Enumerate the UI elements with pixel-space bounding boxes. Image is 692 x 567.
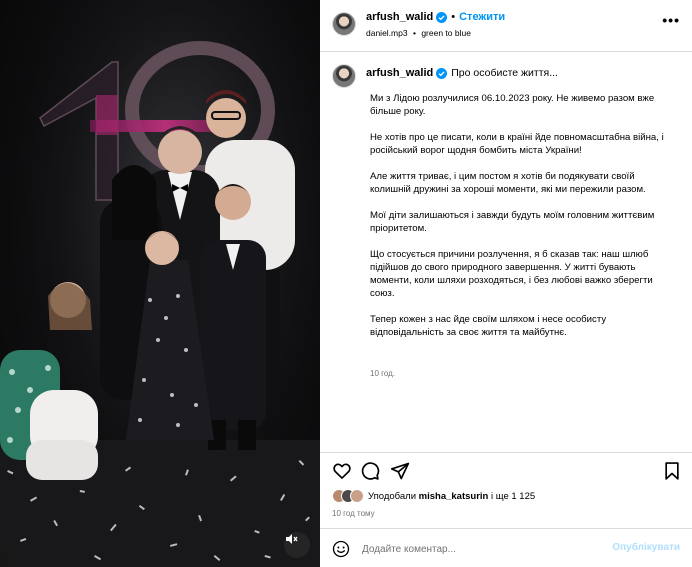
post-side-panel: arfush_walid • Стежити daniel.mp3 • gree… xyxy=(320,0,692,567)
heart-icon[interactable] xyxy=(332,461,352,481)
verified-badge-icon xyxy=(436,67,448,79)
likes-suffix[interactable]: і ще 1 125 xyxy=(491,491,535,502)
author-row: arfush_walid • Стежити xyxy=(366,11,505,23)
comment-bar: Опублікувати xyxy=(320,528,692,567)
likes-prefix: Уподобали xyxy=(368,490,417,502)
separator-dot: • xyxy=(451,11,456,23)
author-avatar[interactable] xyxy=(332,12,356,36)
comment-input[interactable] xyxy=(360,537,604,561)
likes-summary[interactable]: Уподобали misha_katsurin і ще 1 125 xyxy=(332,489,535,503)
caption-paragraph: Що стосується причини розлучення, я б ск… xyxy=(370,249,653,299)
emoji-icon[interactable] xyxy=(332,540,350,558)
caption-author-avatar[interactable] xyxy=(332,64,356,88)
caption-header: arfush_walid Про особисте життя... xyxy=(366,67,558,79)
bookmark-icon[interactable] xyxy=(662,461,682,481)
speaker-muted-icon[interactable] xyxy=(284,532,310,558)
more-options-icon[interactable]: ••• xyxy=(662,13,680,27)
audio-artist[interactable]: green to blue xyxy=(421,28,471,38)
caption-paragraph: Мої діти залишаються і завжди будуть мої… xyxy=(370,210,655,234)
verified-badge-icon xyxy=(436,11,448,23)
caption-paragraph: Ми з Лідою розлучилися 06.10.2023 року. … xyxy=(370,93,655,117)
comment-icon[interactable] xyxy=(360,461,380,481)
caption-timestamp[interactable]: 10 год. xyxy=(370,369,395,378)
post-timestamp[interactable]: 10 год тому xyxy=(332,509,375,518)
post-photo[interactable] xyxy=(0,0,320,567)
post-actions xyxy=(320,452,692,486)
likes-text: Уподобали misha_katsurin і ще 1 125 xyxy=(368,491,535,502)
caption-paragraph: Не хотів про це писати, коли в країні йд… xyxy=(370,132,664,156)
publish-button[interactable]: Опублікувати xyxy=(612,542,680,553)
follow-button[interactable]: Стежити xyxy=(459,11,505,23)
audio-separator: • xyxy=(412,28,416,38)
caption-section: arfush_walid Про особисте життя... Ми з … xyxy=(320,52,692,452)
audio-info[interactable]: daniel.mp3 • green to blue xyxy=(366,28,471,38)
likes-user[interactable]: misha_katsurin xyxy=(419,491,489,502)
caption-author-username[interactable]: arfush_walid xyxy=(366,67,433,79)
caption-body: Ми з Лідою розлучилися 06.10.2023 року. … xyxy=(370,92,670,352)
caption-paragraph: Але життя триває, і цим постом я хотів б… xyxy=(370,171,646,195)
post-header: arfush_walid • Стежити daniel.mp3 • gree… xyxy=(320,0,692,52)
liker-avatar xyxy=(350,489,364,503)
instagram-post-modal: arfush_walid • Стежити daniel.mp3 • gree… xyxy=(0,0,692,567)
family-photo-illustration xyxy=(0,0,320,567)
audio-track[interactable]: daniel.mp3 xyxy=(366,28,408,38)
author-username[interactable]: arfush_walid xyxy=(366,11,433,23)
caption-title: Про особисте життя... xyxy=(451,67,558,79)
send-icon[interactable] xyxy=(390,461,410,481)
caption-paragraph: Тепер кожен з нас йде своїм шляхом і нес… xyxy=(370,314,607,338)
